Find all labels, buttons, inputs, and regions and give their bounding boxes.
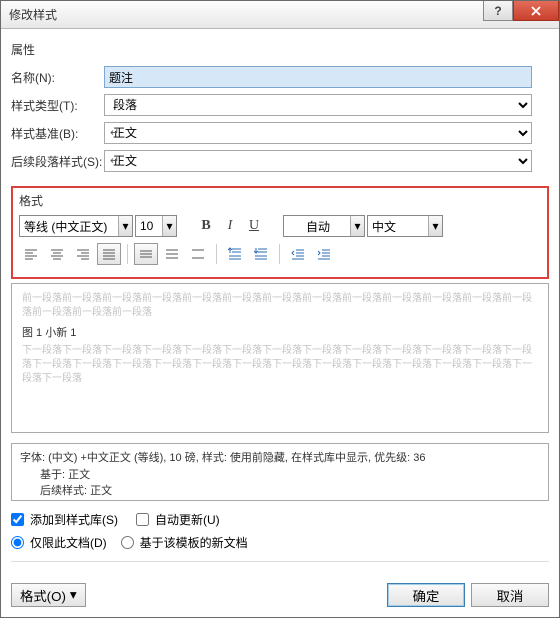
style-type-select[interactable]: 段落	[104, 94, 532, 116]
only-this-doc-label: 仅限此文档(D)	[30, 534, 107, 551]
align-left-button[interactable]	[19, 243, 43, 265]
cancel-button[interactable]: 取消	[471, 583, 549, 607]
return-icon: ↵	[110, 154, 119, 167]
font-size-select[interactable]: 10 ▾	[135, 215, 177, 237]
line-spacing-15-button[interactable]	[160, 243, 184, 265]
chevron-down-icon: ▾	[428, 216, 442, 236]
close-icon	[531, 6, 541, 16]
font-select[interactable]: 等线 (中文正文) ▾	[19, 215, 133, 237]
return-icon: ↵	[110, 126, 119, 139]
modify-style-dialog: 修改样式 ? 属性 名称(N): 样式类型(T): 段落 样式基准(B): ↵ …	[0, 0, 560, 618]
preview-pane: 前一段落前一段落前一段落前一段落前一段落前一段落前一段落前一段落前一段落前一段落…	[11, 283, 549, 433]
decrease-indent-button[interactable]	[286, 243, 310, 265]
align-justify-icon	[102, 248, 116, 260]
increase-indent-button[interactable]	[312, 243, 336, 265]
ok-button[interactable]: 确定	[387, 583, 465, 607]
style-description: 字体: (中文) +中文正文 (等线), 10 磅, 样式: 使用前隐藏, 在样…	[11, 443, 549, 501]
properties-label: 属性	[11, 41, 549, 58]
name-input[interactable]	[104, 66, 532, 88]
preview-ghost-before: 前一段落前一段落前一段落前一段落前一段落前一段落前一段落前一段落前一段落前一段落…	[22, 292, 538, 320]
align-right-icon	[76, 248, 90, 260]
line-spacing-2-button[interactable]	[186, 243, 210, 265]
follow-style-label: 后续段落样式(S):	[11, 153, 104, 170]
italic-button[interactable]: I	[219, 215, 241, 237]
space-before-dec-button[interactable]	[249, 243, 273, 265]
preview-ghost-after: 下一段落下一段落下一段落下一段落下一段落下一段落下一段落下一段落下一段落下一段落…	[22, 344, 538, 386]
line-spacing-1-button[interactable]	[134, 243, 158, 265]
titlebar: 修改样式 ?	[1, 1, 559, 29]
chevron-down-icon: ▾	[118, 216, 132, 236]
align-left-icon	[24, 248, 38, 260]
align-center-icon	[50, 248, 64, 260]
chevron-down-icon: ▾	[350, 216, 364, 236]
chevron-down-icon: ▾	[70, 587, 77, 603]
auto-update-label: 自动更新(U)	[155, 511, 220, 528]
add-to-gallery-checkbox[interactable]	[11, 513, 24, 526]
space-before-inc-icon	[228, 247, 242, 261]
based-template-radio[interactable]	[121, 536, 134, 549]
name-label: 名称(N):	[11, 69, 104, 86]
close-button[interactable]	[513, 1, 559, 21]
format-section: 格式 等线 (中文正文) ▾ 10 ▾ B I U 自动 ▾	[11, 186, 549, 279]
format-label: 格式	[19, 192, 541, 209]
dialog-title: 修改样式	[9, 6, 57, 23]
space-before-inc-button[interactable]	[223, 243, 247, 265]
add-to-gallery-label: 添加到样式库(S)	[30, 511, 118, 528]
font-color-select[interactable]: 自动 ▾	[283, 215, 365, 237]
style-type-label: 样式类型(T):	[11, 97, 104, 114]
based-template-label: 基于该模板的新文档	[140, 534, 248, 551]
space-before-dec-icon	[254, 247, 268, 261]
bold-button[interactable]: B	[195, 215, 217, 237]
preview-main-text: 图 1 小新 1	[22, 324, 538, 340]
chevron-down-icon: ▾	[162, 216, 176, 236]
line-spacing-2-icon	[191, 248, 205, 260]
increase-indent-icon	[317, 248, 331, 260]
style-base-label: 样式基准(B):	[11, 125, 104, 142]
line-spacing-15-icon	[165, 248, 179, 260]
align-center-button[interactable]	[45, 243, 69, 265]
style-base-select[interactable]: 正文	[104, 122, 532, 144]
separator	[11, 561, 549, 562]
format-menu-button[interactable]: 格式(O) ▾	[11, 583, 86, 607]
line-spacing-1-icon	[139, 248, 153, 260]
decrease-indent-icon	[291, 248, 305, 260]
underline-button[interactable]: U	[243, 215, 265, 237]
help-button[interactable]: ?	[483, 1, 513, 21]
auto-update-checkbox[interactable]	[136, 513, 149, 526]
align-justify-button[interactable]	[97, 243, 121, 265]
only-this-doc-radio[interactable]	[11, 536, 24, 549]
align-right-button[interactable]	[71, 243, 95, 265]
follow-style-select[interactable]: 正文	[104, 150, 532, 172]
language-select[interactable]: 中文 ▾	[367, 215, 443, 237]
